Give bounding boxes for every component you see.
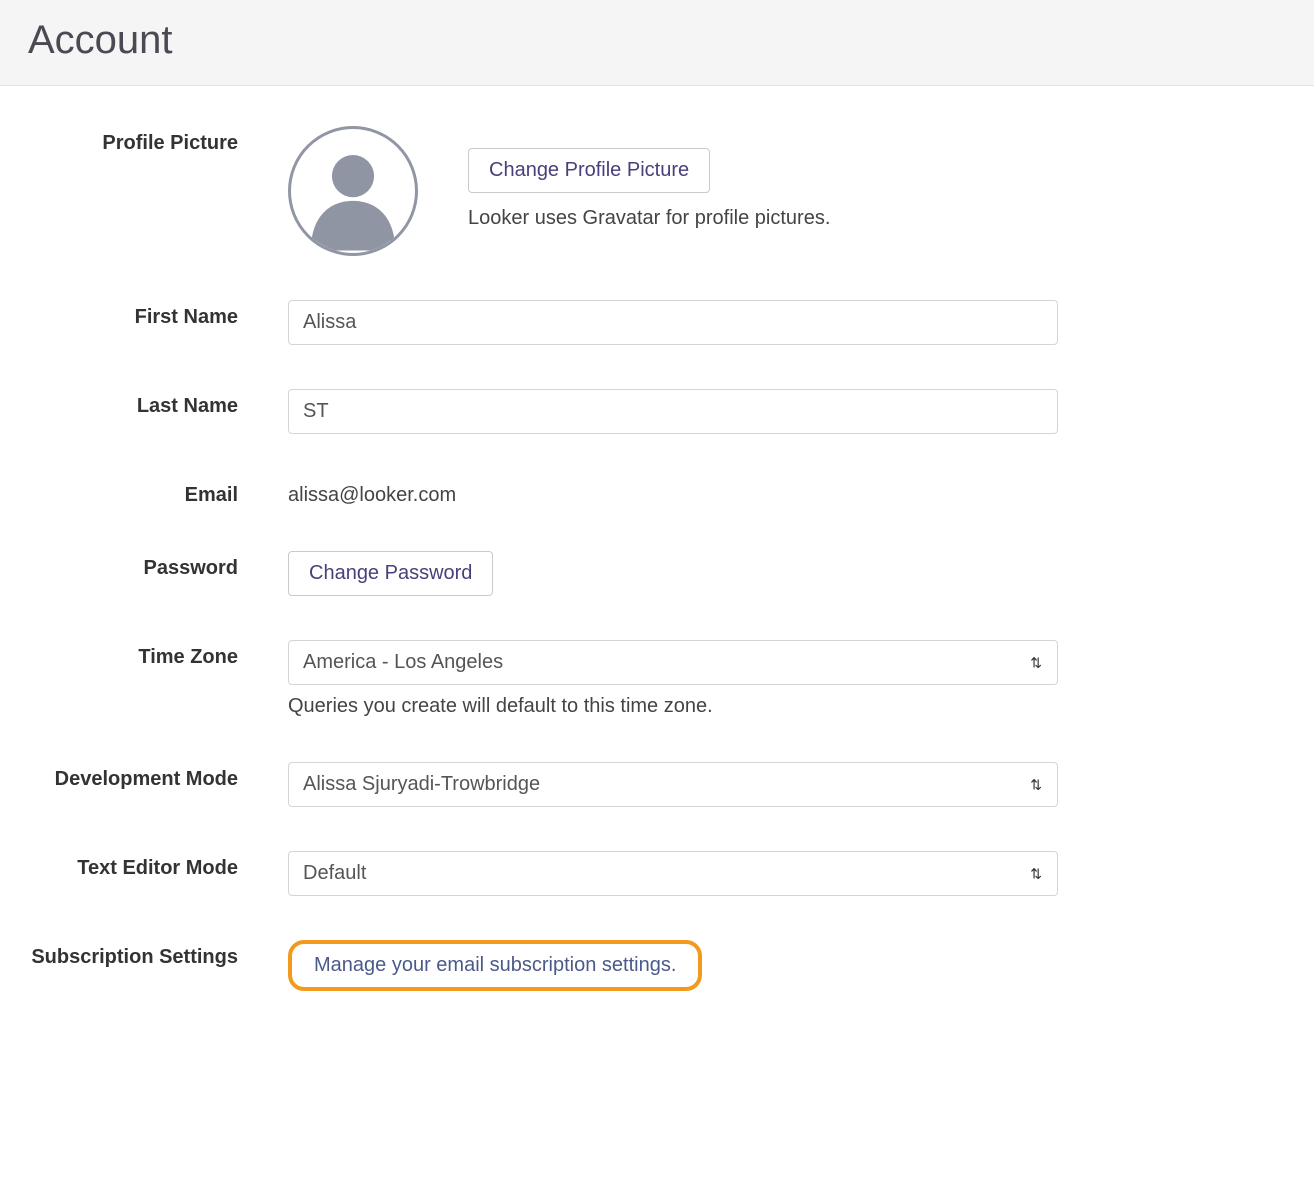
page-title: Account <box>28 18 1286 63</box>
label-email: Email <box>28 478 288 507</box>
page-header: Account <box>0 0 1314 86</box>
change-profile-picture-button[interactable]: Change Profile Picture <box>468 148 710 193</box>
row-subscription-settings: Subscription Settings Manage your email … <box>28 940 1286 991</box>
row-development-mode: Development Mode Alissa Sjuryadi-Trowbri… <box>28 762 1286 807</box>
avatar-placeholder-icon <box>288 126 418 256</box>
first-name-input[interactable] <box>288 300 1058 345</box>
profile-picture-helper: Looker uses Gravatar for profile picture… <box>468 207 830 230</box>
time-zone-select[interactable]: America - Los Angeles <box>288 640 1058 685</box>
label-subscription-settings: Subscription Settings <box>28 940 288 969</box>
development-mode-select[interactable]: Alissa Sjuryadi-Trowbridge <box>288 762 1058 807</box>
row-time-zone: Time Zone America - Los Angeles ⇅ Querie… <box>28 640 1286 718</box>
email-value: alissa@looker.com <box>288 478 1058 507</box>
row-last-name: Last Name <box>28 389 1286 434</box>
row-password: Password Change Password <box>28 551 1286 596</box>
row-text-editor-mode: Text Editor Mode Default ⇅ <box>28 851 1286 896</box>
time-zone-helper: Queries you create will default to this … <box>288 695 1058 718</box>
row-email: Email alissa@looker.com <box>28 478 1286 507</box>
label-last-name: Last Name <box>28 389 288 418</box>
label-first-name: First Name <box>28 300 288 329</box>
label-time-zone: Time Zone <box>28 640 288 669</box>
text-editor-mode-select[interactable]: Default <box>288 851 1058 896</box>
change-password-button[interactable]: Change Password <box>288 551 493 596</box>
label-text-editor-mode: Text Editor Mode <box>28 851 288 880</box>
label-password: Password <box>28 551 288 580</box>
label-development-mode: Development Mode <box>28 762 288 791</box>
row-profile-picture: Profile Picture Change Profile Picture L… <box>28 126 1286 256</box>
last-name-input[interactable] <box>288 389 1058 434</box>
account-form: Profile Picture Change Profile Picture L… <box>0 86 1314 1031</box>
row-first-name: First Name <box>28 300 1286 345</box>
subscription-link-highlight: Manage your email subscription settings. <box>288 940 702 991</box>
label-profile-picture: Profile Picture <box>28 126 288 155</box>
manage-subscription-link[interactable]: Manage your email subscription settings. <box>314 954 676 976</box>
